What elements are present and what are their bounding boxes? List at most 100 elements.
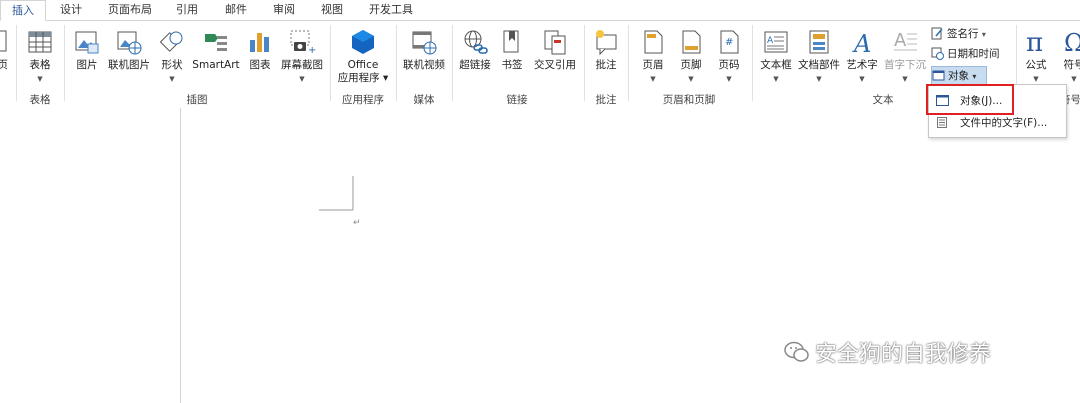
- chevron-down-icon: ▼: [37, 75, 43, 83]
- pi-icon: π: [1026, 28, 1043, 56]
- svg-text:A: A: [767, 36, 774, 46]
- comment-button[interactable]: 批注: [590, 25, 622, 93]
- chart-label: 图表: [249, 59, 271, 71]
- svg-text:#: #: [725, 37, 733, 48]
- picture-button[interactable]: 图片: [70, 25, 104, 93]
- menu-item-object[interactable]: 对象(J)...: [930, 90, 1065, 112]
- svg-text:Ω: Ω: [1064, 29, 1080, 56]
- cross-reference-button[interactable]: 交叉引用: [530, 25, 580, 93]
- table-button[interactable]: 表格 ▼: [22, 25, 58, 93]
- drop-cap-button[interactable]: A 首字下沉 ▼: [882, 25, 928, 93]
- group-label-illustrations: 插图: [186, 94, 208, 106]
- online-video-button[interactable]: 联机视频: [400, 25, 448, 93]
- object-dropdown-menu: 对象(J)... 文件中的文字(F)...: [928, 84, 1067, 138]
- text-box-button[interactable]: A 文本框 ▼: [758, 25, 794, 93]
- footer-icon: [682, 30, 701, 54]
- chevron-down-icon: ▼: [1033, 75, 1039, 83]
- symbol-button[interactable]: Ω 符号 ▼: [1056, 25, 1080, 93]
- svg-text:A: A: [852, 30, 871, 56]
- office-label-line1: Office: [347, 59, 379, 71]
- table-label: 表格: [29, 59, 51, 71]
- object-button[interactable]: 对象 ▾: [931, 66, 987, 85]
- date-time-button[interactable]: 日期和时间: [931, 45, 1000, 63]
- online-picture-icon: [117, 31, 142, 55]
- group-label-media: 媒体: [413, 94, 435, 106]
- chevron-down-icon: ▼: [688, 75, 694, 83]
- picture-icon: [75, 31, 99, 54]
- chevron-down-icon: ▼: [773, 75, 779, 83]
- smartart-button[interactable]: SmartArt: [191, 25, 241, 93]
- menu-item-text-from-file[interactable]: 文件中的文字(F)...: [930, 112, 1065, 134]
- page-number-button[interactable]: # 页码 ▼: [712, 25, 746, 93]
- chart-icon: [250, 33, 269, 52]
- chevron-down-icon: ▼: [169, 75, 175, 83]
- omega-icon: Ω: [1064, 29, 1080, 56]
- object-icon: [936, 95, 949, 106]
- text-box-label: 文本框: [760, 59, 792, 71]
- chevron-down-icon: ▼: [299, 75, 305, 83]
- tab-insert[interactable]: 插入: [0, 0, 46, 21]
- drop-cap-label: 首字下沉: [884, 59, 926, 71]
- signature-line-button[interactable]: 签名行 ▾: [931, 25, 986, 43]
- shapes-label: 形状: [161, 59, 183, 71]
- office-cube-icon: [352, 30, 374, 54]
- svg-text:A: A: [894, 30, 907, 51]
- tab-page-layout[interactable]: 页面布局: [97, 0, 163, 21]
- calendar-clock-icon: [931, 47, 944, 60]
- group-separator: [584, 25, 585, 101]
- shapes-button[interactable]: 形状 ▼: [155, 25, 189, 93]
- comment-label: 批注: [595, 59, 617, 71]
- symbol-label: 符号: [1063, 59, 1080, 71]
- wechat-icon: [784, 341, 809, 362]
- tab-view[interactable]: 视图: [310, 0, 354, 21]
- group-separator: [64, 25, 65, 101]
- menu-item-object-label: 对象(J)...: [960, 95, 1003, 107]
- office-apps-button[interactable]: Office 应用程序 ▾: [334, 25, 392, 93]
- signature-line-icon: [931, 27, 943, 40]
- bookmark-icon: [503, 30, 519, 53]
- page-number-label: 页码: [718, 59, 740, 71]
- page-label: 页: [0, 59, 8, 71]
- quick-parts-button[interactable]: 文档部件 ▼: [796, 25, 842, 93]
- quick-parts-icon: [809, 30, 829, 54]
- page-icon: [0, 30, 7, 52]
- tab-developer[interactable]: 开发工具: [358, 0, 424, 21]
- tab-review[interactable]: 审阅: [262, 0, 306, 21]
- group-label-apps: 应用程序: [342, 94, 384, 106]
- wordart-button[interactable]: A 艺术字 ▼: [844, 25, 880, 93]
- bookmark-button[interactable]: 书签: [496, 25, 528, 93]
- ribbon: 页 表格 ▼ 表格 图片 联机图片 形状 ▼ SmartArt 图表 + 屏幕截…: [0, 20, 1080, 109]
- hyperlink-label: 超链接: [459, 59, 491, 71]
- hyperlink-button[interactable]: 超链接: [456, 25, 494, 93]
- equation-label: 公式: [1025, 59, 1047, 71]
- group-separator: [452, 25, 453, 101]
- wordart-icon: A: [852, 30, 871, 56]
- group-label-links: 链接: [506, 94, 528, 106]
- equation-button[interactable]: π 公式 ▼: [1018, 25, 1054, 93]
- tab-design[interactable]: 设计: [49, 0, 93, 21]
- page-button[interactable]: 页: [0, 25, 8, 93]
- chevron-down-icon: ▼: [650, 75, 656, 83]
- online-video-icon: [412, 31, 437, 55]
- online-picture-button[interactable]: 联机图片: [106, 25, 152, 93]
- chevron-down-icon: ▼: [1071, 75, 1077, 83]
- bookmark-label: 书签: [501, 59, 523, 71]
- tab-references[interactable]: 引用: [165, 0, 209, 21]
- footer-button[interactable]: 页脚 ▼: [674, 25, 708, 93]
- tab-mailings[interactable]: 邮件: [214, 0, 258, 21]
- table-icon: [28, 31, 52, 53]
- group-label-comments: 批注: [595, 94, 617, 106]
- screenshot-button[interactable]: + 屏幕截图 ▼: [279, 25, 325, 93]
- chevron-down-icon: ▼: [902, 75, 908, 83]
- group-separator: [396, 25, 397, 101]
- screenshot-label: 屏幕截图: [281, 59, 323, 71]
- cross-reference-label: 交叉引用: [534, 59, 576, 71]
- chart-button[interactable]: 图表: [244, 25, 276, 93]
- screenshot-icon: +: [290, 30, 316, 56]
- paragraph-mark: ↵: [353, 218, 361, 228]
- globe-link-icon: [464, 30, 488, 54]
- wordart-label: 艺术字: [846, 59, 878, 71]
- picture-label: 图片: [76, 59, 98, 71]
- header-button[interactable]: 页眉 ▼: [636, 25, 670, 93]
- comment-icon: [596, 30, 617, 56]
